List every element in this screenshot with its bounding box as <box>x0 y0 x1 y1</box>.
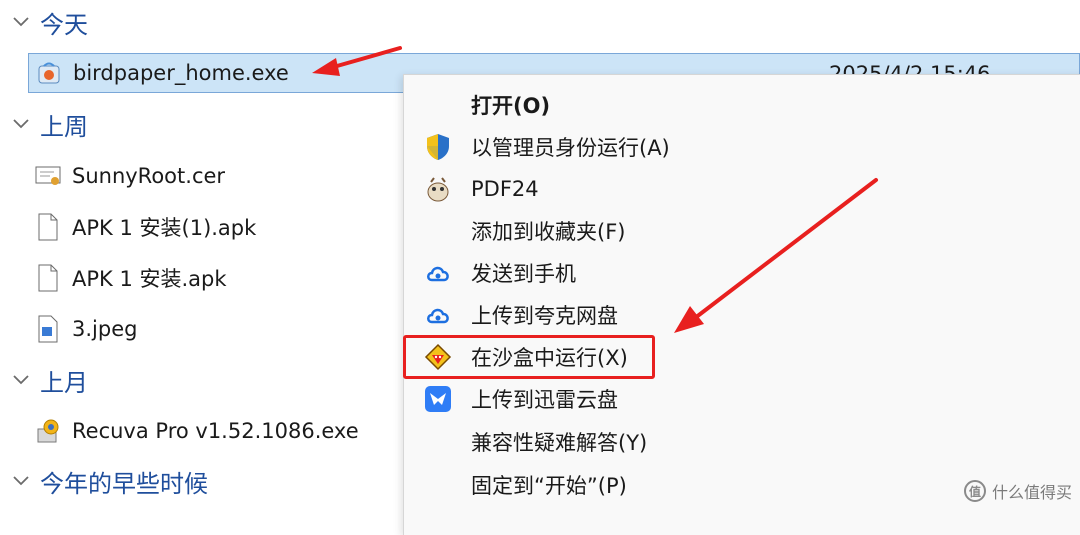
menu-item-compatibility[interactable]: 兼容性疑难解答(Y) <box>404 421 1064 463</box>
file-row[interactable]: 3.jpeg <box>28 308 137 350</box>
file-icon <box>34 212 62 242</box>
chevron-down-icon <box>13 119 29 129</box>
file-name: APK 1 安装(1).apk <box>72 216 257 240</box>
file-icon <box>34 263 62 293</box>
watermark: 值 什么值得买 <box>963 479 1072 503</box>
group-header-earlier-this-year[interactable]: 今年的早些时候 <box>12 461 208 501</box>
menu-item-run-as-admin[interactable]: 以管理员身份运行(A) <box>404 126 1064 168</box>
uac-shield-icon <box>424 133 452 161</box>
group-header-last-month[interactable]: 上月 <box>12 360 88 400</box>
quark-cloud-icon <box>424 301 452 329</box>
file-name: Recuva Pro v1.52.1086.exe <box>72 419 359 443</box>
group-label: 上月 <box>40 368 88 397</box>
menu-item-add-to-favorites[interactable]: 添加到收藏夹(F) <box>404 210 1064 252</box>
exe-app-icon <box>35 58 63 88</box>
watermark-logo-icon: 值 <box>963 480 986 502</box>
file-name: birdpaper_home.exe <box>73 61 289 85</box>
thunder-bird-icon <box>424 385 452 413</box>
menu-item-label: 打开(O) <box>471 94 551 118</box>
file-row[interactable]: SunnyRoot.cer <box>28 155 225 197</box>
chevron-down-icon <box>13 17 29 27</box>
file-name: APK 1 安装.apk <box>72 267 227 291</box>
quark-cloud-icon <box>424 259 452 287</box>
menu-item-open[interactable]: 打开(O) <box>404 84 1064 126</box>
file-name: SunnyRoot.cer <box>72 164 226 188</box>
highlight-box <box>403 335 655 379</box>
menu-item-label: 兼容性疑难解答(Y) <box>471 431 648 455</box>
file-row[interactable]: Recuva Pro v1.52.1086.exe <box>28 410 359 452</box>
menu-item-upload-quark[interactable]: 上传到夸克网盘 <box>404 294 1064 336</box>
installer-icon <box>34 416 62 446</box>
pdf24-icon <box>424 175 452 203</box>
menu-item-label: 发送到手机 <box>471 262 576 286</box>
menu-item-label: 固定到“开始”(P) <box>471 474 627 498</box>
menu-item-upload-thunder[interactable]: 上传到迅雷云盘 <box>404 378 1064 420</box>
menu-item-send-to-phone[interactable]: 发送到手机 <box>404 252 1064 294</box>
file-row[interactable]: APK 1 安装(1).apk <box>28 206 256 248</box>
file-name: 3.jpeg <box>72 317 138 341</box>
menu-item-label: 上传到迅雷云盘 <box>471 388 618 412</box>
group-label: 今天 <box>40 10 88 39</box>
menu-item-label: 以管理员身份运行(A) <box>471 136 670 160</box>
certificate-icon <box>34 161 62 191</box>
group-header-today[interactable]: 今天 <box>12 2 88 42</box>
watermark-text: 什么值得买 <box>991 483 1072 502</box>
image-file-icon <box>34 314 62 344</box>
group-label: 今年的早些时候 <box>40 469 208 498</box>
menu-item-label: 添加到收藏夹(F) <box>471 220 626 244</box>
menu-item-label: 上传到夸克网盘 <box>471 304 618 328</box>
group-label: 上周 <box>40 112 88 141</box>
file-row[interactable]: APK 1 安装.apk <box>28 257 227 299</box>
context-menu: 打开(O) 以管理员身份运行(A) PDF24 添加到收藏夹(F) 发送到手机 … <box>403 74 1080 535</box>
chevron-down-icon <box>13 476 29 486</box>
menu-item-pdf24[interactable]: PDF24 <box>404 168 1064 210</box>
chevron-down-icon <box>13 375 29 385</box>
group-header-last-week[interactable]: 上周 <box>12 104 88 144</box>
menu-item-label: PDF24 <box>471 177 539 201</box>
